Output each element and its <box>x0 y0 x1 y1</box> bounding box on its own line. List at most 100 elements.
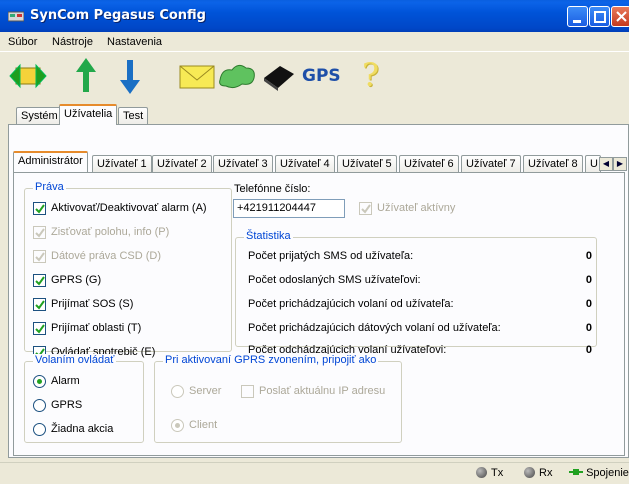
call-alarm-radio[interactable] <box>33 375 46 388</box>
call-gprs-radio[interactable] <box>33 399 46 412</box>
stat-value: 0 <box>585 274 592 286</box>
right-position-checkbox <box>33 226 46 239</box>
rx-status: Rx <box>524 467 552 479</box>
tab-uzivatelia[interactable]: Užívatelia <box>59 104 118 125</box>
minimize-button[interactable] <box>567 6 588 27</box>
close-icon <box>616 11 627 22</box>
right-gprs-label: GPRS (G) <box>51 274 102 286</box>
statistika-group: Štatistika Počet prijatých SMS od užívat… <box>235 230 597 356</box>
right-csd-label: Dátové práva CSD (D) <box>51 250 162 262</box>
user-active-label: Užívateľ aktívny <box>377 202 456 214</box>
user-tab-panel: Práva Aktivovať/Deaktivovať alarm (A) Zi… <box>13 172 625 456</box>
check-icon <box>35 228 45 238</box>
stat-label: Počet prijatých SMS od užívateľa: <box>248 250 414 262</box>
rx-led-icon <box>524 467 535 478</box>
tab-system[interactable]: Systém <box>16 107 63 125</box>
tab-user-7[interactable]: Užívateľ 7 <box>461 155 521 173</box>
gprs-server-label: Server <box>189 385 222 397</box>
check-icon <box>35 276 45 286</box>
tab-scroll-right-icon[interactable]: ▶ <box>613 157 627 171</box>
check-icon <box>361 204 371 214</box>
stat-value: 0 <box>585 344 592 356</box>
menu-nastroje[interactable]: Nástroje <box>52 36 93 48</box>
tab-user-1[interactable]: Užívateľ 1 <box>92 155 152 173</box>
right-areas-label: Prijímať oblasti (T) <box>51 322 142 334</box>
gprs-client-radio <box>171 419 184 432</box>
right-alarm-checkbox[interactable] <box>33 202 46 215</box>
right-sos-label: Prijímať SOS (S) <box>51 298 134 310</box>
phone-number-input[interactable]: +421911204447 <box>233 199 345 218</box>
sms-envelope-icon[interactable] <box>178 56 218 96</box>
app-icon <box>8 11 24 22</box>
status-bar: Tx Rx Spojenie <box>0 462 629 484</box>
statistika-title: Štatistika <box>244 230 293 242</box>
stat-row-sms-sent: Počet odoslaných SMS užívateľovi: 0 <box>248 274 592 290</box>
right-position-label: Zisťovať polohu, info (P) <box>51 226 170 238</box>
stat-label: Počet odoslaných SMS užívateľovi: <box>248 274 421 286</box>
check-icon <box>35 252 45 262</box>
maximize-button[interactable] <box>589 6 610 27</box>
prava-title: Práva <box>33 181 66 193</box>
right-csd-checkbox <box>33 250 46 263</box>
stat-value: 0 <box>585 298 592 310</box>
check-icon <box>35 300 45 310</box>
gprs-client-label: Client <box>189 419 218 431</box>
connection-label: Spojenie <box>586 467 629 479</box>
close-button[interactable] <box>611 6 629 27</box>
tab-user-5[interactable]: Užívateľ 5 <box>337 155 397 173</box>
gprs-connect-title: Pri aktivovaní GPRS zvonením, pripojiť a… <box>163 354 379 366</box>
check-icon <box>35 324 45 334</box>
right-areas-checkbox[interactable] <box>33 322 46 335</box>
right-gprs-checkbox[interactable] <box>33 274 46 287</box>
tx-label: Tx <box>491 467 504 479</box>
tab-user-3[interactable]: Užívateľ 3 <box>213 155 273 173</box>
window-title: SynCom Pegasus Config <box>30 8 206 23</box>
stat-row-data-calls-in: Počet prichádzajúcich dátových volaní od… <box>248 322 592 338</box>
menu-nastavenia[interactable]: Nastavenia <box>107 36 162 48</box>
connect-icon[interactable] <box>8 56 48 96</box>
menu-bar: Súbor Nástroje Nastavenia <box>0 32 629 52</box>
right-sos-checkbox[interactable] <box>33 298 46 311</box>
tab-user-2[interactable]: Užívateľ 2 <box>152 155 212 173</box>
tab-test[interactable]: Test <box>118 107 149 125</box>
call-gprs-label: GPRS <box>51 399 83 411</box>
tab-user-6[interactable]: Užívateľ 6 <box>399 155 459 173</box>
maximize-icon <box>594 11 606 23</box>
help-icon[interactable]: ? <box>362 56 379 94</box>
stat-label: Počet prichádzajúcich volaní od užívateľ… <box>248 298 454 310</box>
tx-led-icon <box>476 467 487 478</box>
connection-plug-icon <box>569 469 583 475</box>
phone-label: Telefónne číslo: <box>234 183 311 195</box>
stat-value: 0 <box>585 250 592 262</box>
stat-value: 0 <box>585 322 592 334</box>
rx-label: Rx <box>539 467 553 479</box>
upload-arrow-icon[interactable] <box>74 56 98 96</box>
call-none-label: Žiadna akcia <box>51 423 114 435</box>
gps-icon[interactable]: GPS <box>302 66 341 86</box>
right-alarm-label: Aktivovať/Deaktivovať alarm (A) <box>51 202 207 214</box>
gprs-connect-group: Pri aktivovaní GPRS zvonením, pripojiť a… <box>154 354 402 443</box>
app-window: SynCom Pegasus Config Súbor Nástroje Nas… <box>0 0 629 484</box>
check-icon <box>35 204 45 214</box>
device-icon[interactable] <box>258 56 298 96</box>
stat-label: Počet prichádzajúcich dátových volaní od… <box>248 322 501 334</box>
map-area-icon[interactable] <box>216 56 258 96</box>
call-none-radio[interactable] <box>33 423 46 436</box>
download-arrow-icon[interactable] <box>118 56 142 96</box>
prava-group: Práva Aktivovať/Deaktivovať alarm (A) Zi… <box>24 181 232 359</box>
user-active-checkbox <box>359 202 372 215</box>
title-bar[interactable]: SynCom Pegasus Config <box>0 0 629 32</box>
tab-scroll-left-icon[interactable]: ◀ <box>599 157 613 171</box>
stat-row-calls-in: Počet prichádzajúcich volaní od užívateľ… <box>248 298 592 314</box>
call-alarm-label: Alarm <box>51 375 80 387</box>
volanim-group: Volaním ovládať Alarm GPRS Žiadna akcia <box>24 354 144 443</box>
gprs-send-ip-checkbox <box>241 385 254 398</box>
stat-row-sms-received: Počet prijatých SMS od užívateľa: 0 <box>248 250 592 266</box>
gprs-send-ip-label: Poslať aktuálnu IP adresu <box>259 385 386 397</box>
menu-subor[interactable]: Súbor <box>8 36 37 48</box>
gprs-server-radio <box>171 385 184 398</box>
tab-user-4[interactable]: Užívateľ 4 <box>275 155 335 173</box>
toolbar: GPS ? <box>0 52 629 102</box>
tab-administrator[interactable]: Administrátor <box>13 151 88 172</box>
tab-user-8[interactable]: Užívateľ 8 <box>523 155 583 173</box>
